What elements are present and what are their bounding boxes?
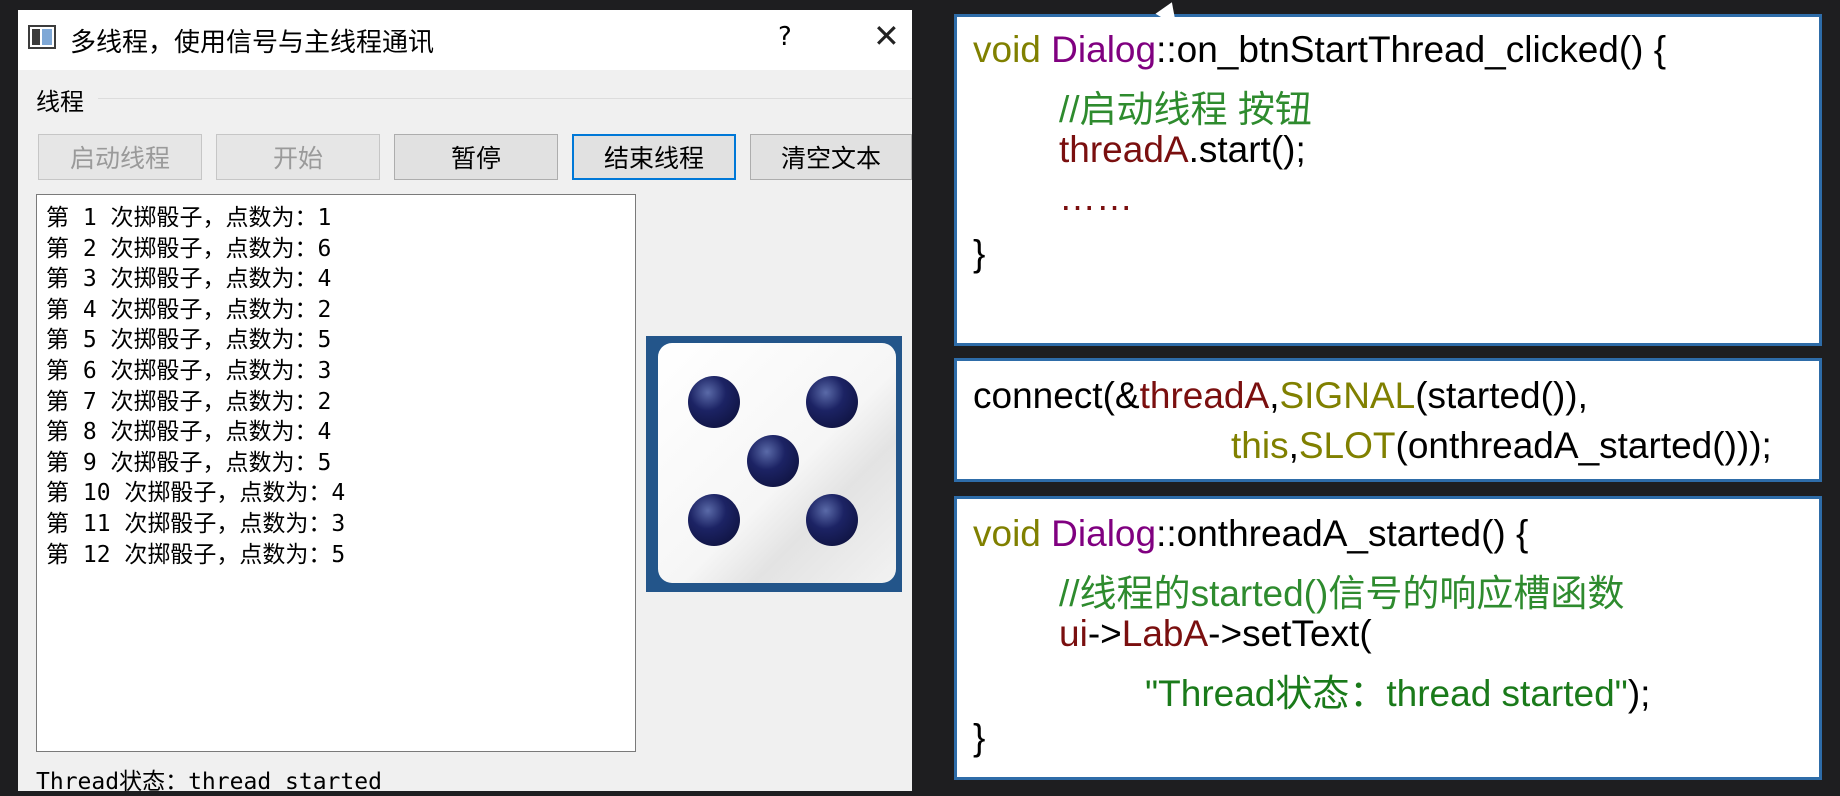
code-text: ->setText(	[1208, 613, 1372, 654]
code-text: ,	[1288, 425, 1299, 466]
code-line: this,SLOT(onthreadA_started()));	[1231, 425, 1772, 467]
group-label: 线程	[36, 82, 90, 117]
log-line: 第 2 次掷骰子，点数为：6	[46, 235, 332, 262]
dice-pip	[688, 494, 740, 546]
end-thread-button[interactable]: 结束线程	[572, 134, 736, 180]
code-comment: //启动线程 按钮	[1059, 89, 1312, 130]
code-keyword: void	[973, 29, 1041, 70]
log-line: 第 1 次掷骰子，点数为：1	[46, 205, 332, 231]
code-comment-part: started()	[1190, 573, 1329, 614]
code-variable: LabA	[1121, 613, 1209, 654]
log-line: 第 5 次掷骰子，点数为：5	[46, 327, 332, 354]
code-line: void Dialog::onthreadA_started() {	[973, 513, 1528, 555]
code-keyword: void	[973, 513, 1041, 554]
dice-pip	[806, 376, 858, 428]
title-bar: 多线程，使用信号与主线程通讯 ? ✕	[18, 10, 912, 70]
dice-face	[658, 343, 896, 583]
log-line: 第 12 次掷骰子，点数为：5	[46, 541, 346, 568]
group-divider	[98, 98, 912, 99]
code-keyword: this	[1231, 425, 1289, 466]
dice-pip	[688, 376, 740, 428]
log-line: 第 8 次掷骰子，点数为：4	[46, 419, 332, 446]
code-text: connect(&	[973, 375, 1140, 416]
code-text: (started()),	[1415, 375, 1588, 416]
clear-text-button[interactable]: 清空文本	[750, 134, 912, 180]
log-line: 第 4 次掷骰子，点数为：2	[46, 296, 332, 323]
code-variable: threadA	[1139, 375, 1270, 416]
dice-pip	[806, 494, 858, 546]
code-line: void Dialog::on_btnStartThread_clicked()…	[973, 29, 1666, 71]
code-signature: ::onthreadA_started() {	[1156, 513, 1529, 554]
log-line: 第 9 次掷骰子，点数为：5	[46, 449, 332, 476]
start-thread-button[interactable]: 启动线程	[38, 134, 202, 180]
code-class: Dialog	[1051, 513, 1157, 554]
code-line: "Thread状态：thread started");	[1145, 663, 1650, 717]
code-line: threadA.start();	[1059, 129, 1306, 171]
dice-pip	[747, 435, 799, 487]
log-line: 第 3 次掷骰子，点数为：4	[46, 266, 332, 293]
dice-image	[646, 336, 902, 592]
code-macro: SIGNAL	[1279, 375, 1416, 416]
code-panel-connect: connect(&threadA,SIGNAL(started()), this…	[954, 358, 1822, 482]
code-line: ui->LabA->setText(	[1059, 613, 1372, 655]
code-signature: ::on_btnStartThread_clicked() {	[1156, 29, 1667, 70]
code-variable: threadA	[1059, 129, 1189, 170]
code-class: Dialog	[1051, 29, 1157, 70]
code-ellipsis: ……	[1059, 177, 1133, 218]
code-close-brace: }	[973, 717, 986, 758]
begin-button[interactable]: 开始	[216, 134, 380, 180]
window-title: 多线程，使用信号与主线程通讯	[70, 28, 435, 58]
log-line: 第 7 次掷骰子，点数为：2	[46, 388, 332, 415]
close-icon[interactable]: ✕	[873, 18, 900, 54]
code-comment-part: 信号的响应槽函数	[1328, 573, 1625, 614]
code-text: (onthreadA_started()));	[1395, 425, 1772, 466]
log-line: 第 6 次掷骰子，点数为：3	[46, 357, 332, 384]
dialog-window: 多线程，使用信号与主线程通讯 ? ✕ 线程 启动线程 开始 暂停 结束线程 清空…	[18, 10, 912, 795]
code-text: ->	[1087, 613, 1122, 654]
code-text: ,	[1269, 375, 1280, 416]
app-icon	[28, 25, 56, 49]
code-panel-start-thread: void Dialog::on_btnStartThread_clicked()…	[954, 14, 1822, 346]
help-button[interactable]: ?	[778, 22, 792, 52]
code-call: .start();	[1188, 129, 1306, 170]
code-comment-part: //线程的	[1059, 573, 1191, 614]
log-line: 第 10 次掷骰子，点数为：4	[46, 480, 346, 507]
log-line: 第 11 次掷骰子，点数为：3	[46, 510, 346, 537]
code-comment: //线程的started()信号的响应槽函数	[1059, 563, 1624, 617]
code-text: );	[1627, 673, 1651, 714]
code-panel-slot: void Dialog::onthreadA_started() { //线程的…	[954, 496, 1822, 780]
log-text-area[interactable]: 第 1 次掷骰子，点数为：1 第 2 次掷骰子，点数为：6 第 3 次掷骰子，点…	[36, 194, 636, 752]
code-line: connect(&threadA,SIGNAL(started()),	[973, 375, 1588, 417]
code-variable: ui	[1059, 613, 1088, 654]
code-macro: SLOT	[1298, 425, 1396, 466]
code-string: "Thread状态：thread started"	[1145, 673, 1628, 714]
code-close-brace: }	[973, 233, 986, 274]
pause-button[interactable]: 暂停	[394, 134, 558, 180]
